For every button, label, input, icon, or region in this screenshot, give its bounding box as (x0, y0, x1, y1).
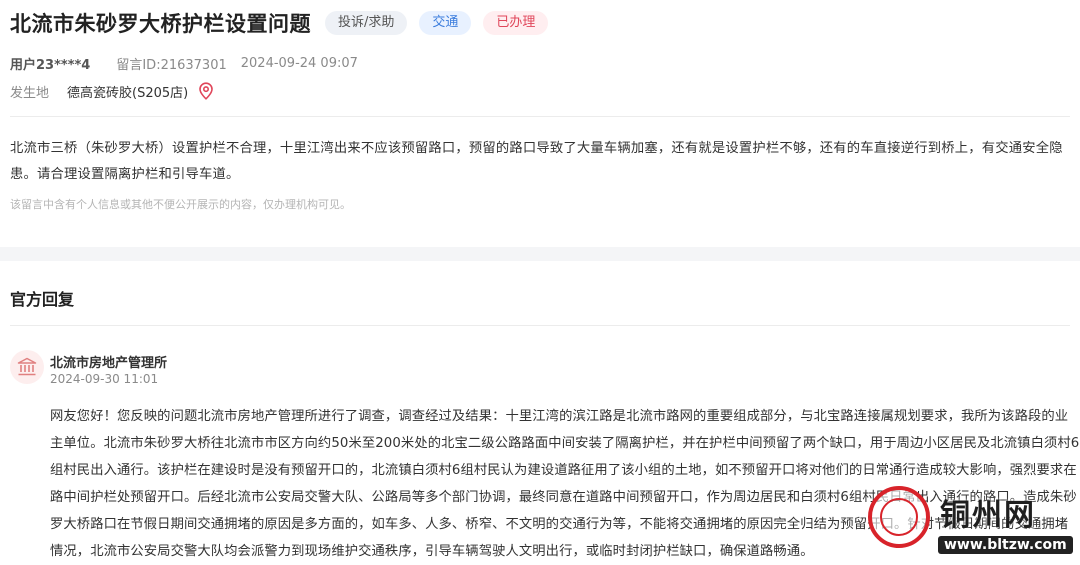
org-avatar (10, 350, 44, 384)
section-separator (0, 247, 1080, 261)
privacy-notice: 该留言中含有个人信息或其他不便公开展示的内容，仅办理机构可见。 (10, 198, 351, 211)
message-body: 北流市三桥（朱砂罗大桥）设置护栏不合理，十里江湾出来不应该预留路口，预留的路口导… (10, 141, 1063, 182)
location-value: 德高瓷砖胶(S205店) (67, 85, 189, 101)
message-datetime: 2024-09-24 09:07 (240, 55, 358, 71)
status-badge: 已办理 (483, 11, 549, 35)
title-row: 北流市朱砂罗大桥护栏设置问题 投诉/求助 交通 已办理 (10, 8, 549, 38)
message-id: 留言ID:21637301 (116, 57, 227, 73)
org-name: 北流市房地产管理所 (50, 356, 168, 371)
location-row: 发生地 德高瓷砖胶(S205店) (10, 82, 214, 101)
field-tag: 交通 (419, 11, 472, 35)
category-tag: 投诉/求助 (325, 11, 408, 35)
government-building-icon (17, 357, 37, 376)
page-title: 北流市朱砂罗大桥护栏设置问题 (10, 12, 311, 36)
location-label: 发生地 (10, 85, 50, 101)
user-name: 用户23****4 (10, 57, 91, 73)
reply-divider (10, 325, 1070, 326)
reply-body: 网友您好！您反映的问题北流市房地产管理所进行了调查，调查经过及结果：十里江湾的滨… (50, 409, 1080, 559)
map-pin-icon[interactable] (198, 82, 214, 100)
reply-datetime: 2024-09-30 11:01 (50, 372, 159, 386)
header-divider (10, 116, 1070, 117)
reply-heading: 官方回复 (10, 290, 75, 309)
message-meta: 用户23****4 留言ID:21637301 2024-09-24 09:07 (10, 54, 358, 73)
